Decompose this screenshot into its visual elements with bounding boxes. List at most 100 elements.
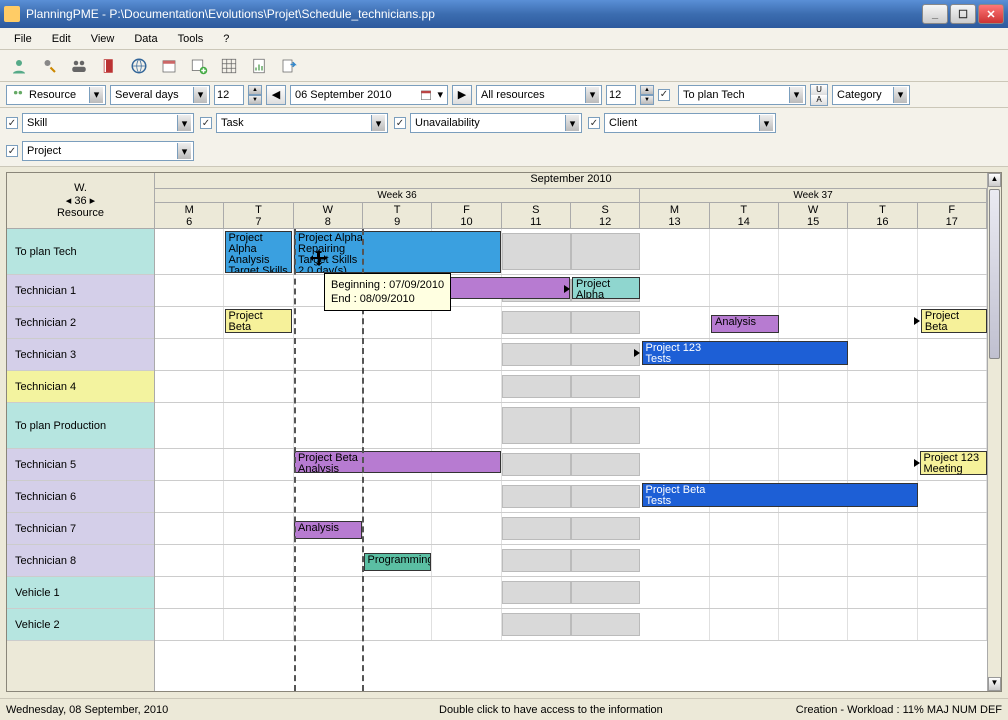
grid-cell[interactable]	[848, 609, 917, 640]
grid-cell[interactable]	[155, 481, 224, 512]
task-block[interactable]: Project AlphaRepairingTarget Skills2.0 d…	[294, 231, 501, 273]
task-block[interactable]: Project BetaDelivery	[921, 309, 987, 333]
grid-cell[interactable]	[710, 609, 779, 640]
resource-row[interactable]: Technician 3	[7, 339, 154, 371]
day-header-cell[interactable]: M13	[640, 203, 709, 228]
grid-cell[interactable]	[571, 311, 640, 334]
next-button[interactable]: ▶	[452, 85, 472, 105]
day-header-cell[interactable]: T14	[710, 203, 779, 228]
toolbar-report-icon[interactable]	[246, 53, 272, 79]
grid-cell[interactable]	[918, 229, 987, 274]
resource-row[interactable]: To plan Tech	[7, 229, 154, 275]
filter-skill-check[interactable]: ✓	[6, 117, 18, 129]
grid-cell[interactable]	[640, 275, 709, 306]
resource-row[interactable]: Technician 7	[7, 513, 154, 545]
grid-cell[interactable]	[779, 229, 848, 274]
grid-cell[interactable]	[918, 403, 987, 448]
grid-row[interactable]	[155, 371, 987, 403]
maximize-button[interactable]: ☐	[950, 4, 976, 24]
grid-cell[interactable]	[779, 371, 848, 402]
resource-filter-combo[interactable]: All resources ▾	[476, 85, 602, 105]
grid-cell[interactable]	[432, 577, 501, 608]
grid-row[interactable]	[155, 275, 987, 307]
grid-cell[interactable]	[502, 375, 571, 398]
task-block[interactable]: Analysis	[294, 521, 362, 539]
filter-task-check[interactable]: ✓	[200, 117, 212, 129]
grid-cell[interactable]	[294, 481, 363, 512]
grid-cell[interactable]	[155, 449, 224, 480]
grid-cell[interactable]	[710, 275, 779, 306]
resource-row[interactable]: Technician 1	[7, 275, 154, 307]
grid-cell[interactable]	[571, 613, 640, 636]
grid-row[interactable]	[155, 545, 987, 577]
grid-cell[interactable]	[502, 581, 571, 604]
grid-cell[interactable]	[363, 307, 432, 338]
grid-cell[interactable]	[640, 577, 709, 608]
second-spinner[interactable]: 12	[606, 85, 636, 105]
scroll-down-button[interactable]: ▼	[988, 677, 1001, 691]
grid-cell[interactable]	[224, 577, 293, 608]
grid-row[interactable]	[155, 339, 987, 371]
filter-unavail-check[interactable]: ✓	[394, 117, 406, 129]
grid-cell[interactable]	[640, 371, 709, 402]
grid-cell[interactable]	[848, 513, 917, 544]
filter-skill-combo[interactable]: Skill▾	[22, 113, 194, 133]
grid-cell[interactable]	[571, 581, 640, 604]
schedule-grid[interactable]: Project AlphaAnalysisTarget Skills2.0 da…	[155, 229, 987, 691]
week-number[interactable]: 36	[74, 195, 86, 207]
grid-cell[interactable]	[224, 339, 293, 370]
grid-cell[interactable]	[848, 545, 917, 576]
grid-cell[interactable]	[155, 275, 224, 306]
task-block[interactable]: Project 123Meeting	[920, 451, 988, 475]
grid-cell[interactable]	[502, 311, 571, 334]
toolbar-user-edit-icon[interactable]	[36, 53, 62, 79]
grid-cell[interactable]	[710, 229, 779, 274]
grid-cell[interactable]	[710, 371, 779, 402]
task-block[interactable]: Project 123Tests	[642, 341, 849, 365]
resource-row[interactable]: Vehicle 2	[7, 609, 154, 641]
grid-cell[interactable]	[224, 449, 293, 480]
grid-cell[interactable]	[640, 545, 709, 576]
grid-cell[interactable]	[155, 513, 224, 544]
menu-view[interactable]: View	[83, 31, 123, 47]
ua-a[interactable]: A	[811, 95, 827, 105]
grid-cell[interactable]	[155, 545, 224, 576]
grid-cell[interactable]	[848, 339, 917, 370]
grid-cell[interactable]	[918, 371, 987, 402]
grid-cell[interactable]	[848, 577, 917, 608]
filter-client-combo[interactable]: Client▾	[604, 113, 776, 133]
ua-toggle[interactable]: U A	[810, 84, 828, 106]
menu-edit[interactable]: Edit	[44, 31, 79, 47]
grid-cell[interactable]	[848, 307, 917, 338]
grid-cell[interactable]	[710, 545, 779, 576]
days-spin-buttons[interactable]: ▲▼	[248, 85, 262, 105]
grid-cell[interactable]	[848, 371, 917, 402]
day-header-cell[interactable]: W15	[779, 203, 848, 228]
grid-cell[interactable]	[432, 371, 501, 402]
grid-cell[interactable]	[640, 513, 709, 544]
grid-cell[interactable]	[294, 339, 363, 370]
grid-cell[interactable]	[155, 229, 224, 274]
second-spin-buttons[interactable]: ▲▼	[640, 85, 654, 105]
grid-cell[interactable]	[224, 481, 293, 512]
grid-cell[interactable]	[918, 481, 987, 512]
day-header-cell[interactable]: M6	[155, 203, 224, 228]
grid-cell[interactable]	[571, 485, 640, 508]
grid-cell[interactable]	[918, 513, 987, 544]
grid-row[interactable]	[155, 449, 987, 481]
day-header-cell[interactable]: W8	[294, 203, 363, 228]
grid-cell[interactable]	[640, 307, 709, 338]
resource-row[interactable]: Technician 4	[7, 371, 154, 403]
filter-project-combo[interactable]: Project▾	[22, 141, 194, 161]
grid-cell[interactable]	[363, 609, 432, 640]
grid-cell[interactable]	[502, 485, 571, 508]
task-block[interactable]: Project BetaTests	[642, 483, 918, 507]
period-combo[interactable]: Several days ▾	[110, 85, 210, 105]
grid-cell[interactable]	[571, 233, 640, 270]
grid-cell[interactable]	[432, 609, 501, 640]
grid-cell[interactable]	[779, 403, 848, 448]
day-header-cell[interactable]: T16	[848, 203, 917, 228]
grid-cell[interactable]	[918, 275, 987, 306]
grid-cell[interactable]	[571, 549, 640, 572]
grid-cell[interactable]	[432, 403, 501, 448]
